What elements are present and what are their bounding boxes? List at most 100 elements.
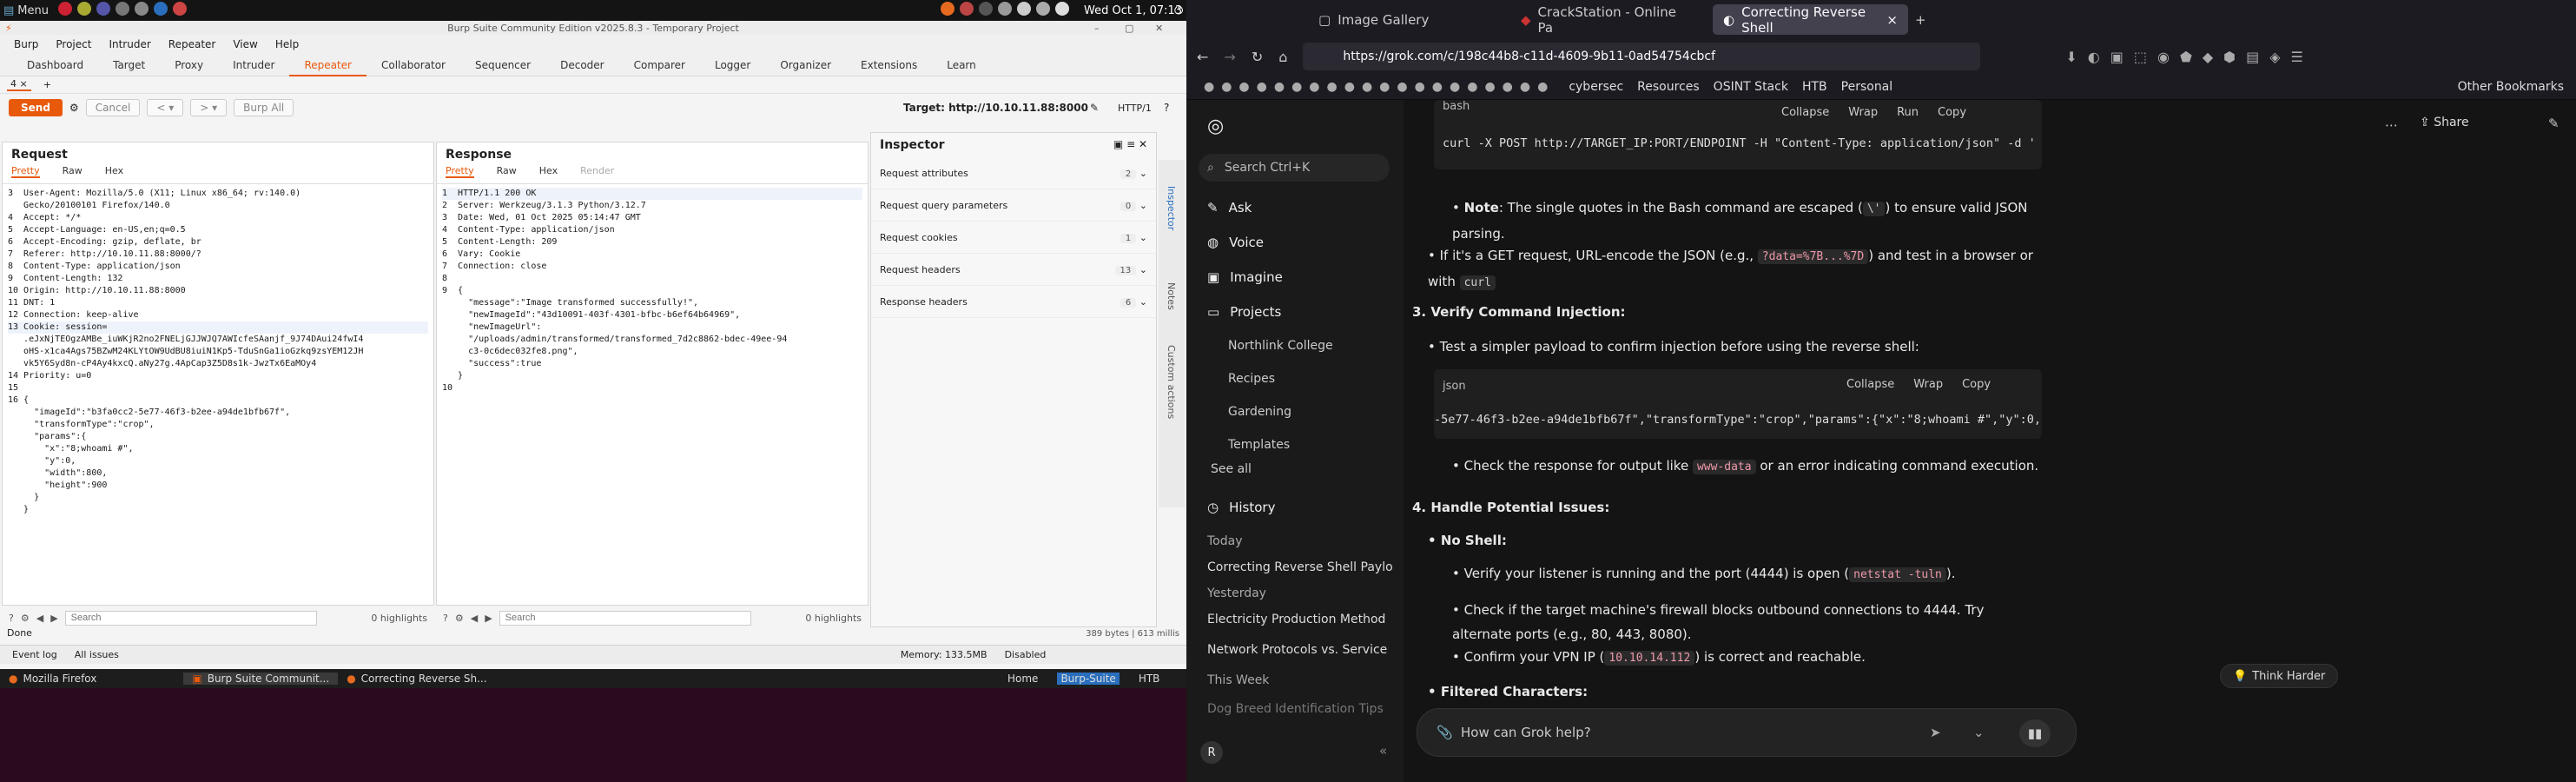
help-icon[interactable]: ?: [9, 613, 14, 624]
response-tab-raw[interactable]: Raw: [497, 165, 517, 178]
run-button[interactable]: Run: [1897, 106, 1919, 119]
wrap-button[interactable]: Wrap: [1848, 106, 1878, 119]
grok-logo-icon[interactable]: ◎: [1207, 116, 1224, 137]
inspector-row[interactable]: Request attributes 2 ⌄: [871, 157, 1156, 189]
see-all-link[interactable]: See all: [1211, 462, 1252, 476]
bookmark-cybersec[interactable]: cybersec: [1569, 80, 1623, 94]
wrap-button[interactable]: Wrap: [1913, 378, 1943, 391]
target-label[interactable]: Target: http://10.10.11.88:8000: [903, 102, 1088, 114]
edit-target-icon[interactable]: ✎: [1090, 102, 1099, 114]
inspector-row[interactable]: Response headers 6 ⌄: [871, 286, 1156, 318]
response-tab-render[interactable]: Render: [580, 165, 614, 178]
tab-repeater[interactable]: Repeater: [289, 54, 367, 76]
copy-button[interactable]: Copy: [1938, 106, 1966, 119]
project-northlink[interactable]: Northlink College: [1228, 339, 1333, 353]
chat-input-box[interactable]: 📎 How can Grok help? ➤ ⌄ ▮▮: [1417, 708, 2077, 757]
tab-dashboard[interactable]: Dashboard: [12, 54, 98, 76]
inspector-row[interactable]: Request cookies 1 ⌄: [871, 222, 1156, 254]
disabled-toggle[interactable]: Disabled: [1005, 649, 1047, 660]
tab-extensions[interactable]: Extensions: [846, 54, 932, 76]
tab-collaborator[interactable]: Collaborator: [367, 54, 460, 76]
collapse-button[interactable]: Collapse: [1846, 378, 1894, 391]
request-editor[interactable]: 3 User-Agent: Mozilla/5.0 (X11; Linux x8…: [3, 183, 433, 566]
request-search-input[interactable]: [64, 610, 317, 626]
burp-all-button[interactable]: Burp All: [234, 99, 294, 116]
tab-comparer[interactable]: Comparer: [619, 54, 700, 76]
project-gardening[interactable]: Gardening: [1228, 405, 1291, 419]
url-bar[interactable]: https://grok.com/c/198c44b8-c11d-4609-9b…: [1303, 43, 1981, 70]
nav-voice[interactable]: ◍ Voice: [1207, 235, 1264, 250]
prev-icon[interactable]: ◀: [471, 613, 478, 624]
code-content[interactable]: -5e77-46f3-b2ee-a94de1bfb67f","transform…: [1434, 413, 2042, 427]
settings-icon[interactable]: ⚙: [455, 613, 464, 624]
tab-logger[interactable]: Logger: [700, 54, 765, 76]
nav-ask[interactable]: ✎ Ask: [1207, 200, 1252, 215]
add-tab-icon[interactable]: +: [43, 79, 51, 90]
menu-help[interactable]: Help: [275, 38, 299, 50]
settings-icon[interactable]: ⚙: [21, 613, 30, 624]
bookmark-osint[interactable]: OSINT Stack: [1714, 80, 1788, 94]
send-button[interactable]: Send: [9, 99, 63, 116]
next-icon[interactable]: ▶: [485, 613, 492, 624]
history-item[interactable]: Network Protocols vs. Service: [1207, 643, 1387, 657]
repeater-tab-4[interactable]: 4 ×: [7, 78, 31, 91]
taskbar-firefox[interactable]: ● Mozilla Firefox: [0, 673, 105, 685]
bookmark-favicons[interactable]: ●●●●●●●●●●●●●●●●●●●●: [1204, 80, 1555, 94]
nav-imagine[interactable]: ▣ Imagine: [1207, 269, 1283, 285]
system-menu-button[interactable]: Menu: [17, 4, 49, 17]
workspace-burp[interactable]: Burp-Suite: [1057, 673, 1120, 685]
tab-sequencer[interactable]: Sequencer: [460, 54, 545, 76]
tab-organizer[interactable]: Organizer: [765, 54, 846, 76]
other-bookmarks[interactable]: Other Bookmarks: [2458, 80, 2564, 94]
inspector-controls[interactable]: ▣ ≡ ✕: [1113, 138, 1147, 152]
home-icon[interactable]: ⌂: [1278, 49, 1287, 65]
minimize-icon[interactable]: –: [1094, 23, 1100, 34]
side-tab-notes[interactable]: Notes: [1159, 256, 1184, 336]
cancel-button[interactable]: Cancel: [85, 99, 141, 116]
share-button[interactable]: ⇪ Share: [2420, 116, 2469, 129]
close-tab-icon[interactable]: ×: [1886, 12, 1898, 28]
close-icon[interactable]: ✕: [1155, 23, 1163, 34]
response-tab-pretty[interactable]: Pretty: [446, 165, 474, 178]
new-chat-icon[interactable]: ✎: [2548, 116, 2559, 131]
model-dropdown-icon[interactable]: ⌄: [1973, 725, 1985, 740]
send-icon[interactable]: ➤: [1930, 725, 1941, 740]
collapse-button[interactable]: Collapse: [1781, 106, 1829, 119]
nav-projects[interactable]: ▭ Projects: [1207, 304, 1281, 320]
history-item[interactable]: Correcting Reverse Shell Paylo: [1207, 560, 1393, 574]
browser-tab-crackstation[interactable]: ◆ CrackStation - Online Pa: [1510, 4, 1706, 36]
project-recipes[interactable]: Recipes: [1228, 372, 1275, 386]
maximize-icon[interactable]: ▢: [1125, 23, 1133, 34]
workspace-htb[interactable]: HTB: [1139, 673, 1160, 685]
side-tab-inspector[interactable]: Inspector: [1159, 160, 1184, 256]
chat-input-placeholder[interactable]: How can Grok help?: [1461, 725, 1591, 740]
history-item[interactable]: Dog Breed Identification Tips: [1207, 702, 1384, 716]
request-tab-raw[interactable]: Raw: [63, 165, 83, 178]
browser-tab-image-gallery[interactable]: ▢ Image Gallery: [1308, 4, 1503, 35]
tab-proxy[interactable]: Proxy: [160, 54, 218, 76]
project-templates[interactable]: Templates: [1228, 438, 1290, 452]
browser-tab-grok[interactable]: ◐ Correcting Reverse Shell ×: [1713, 4, 1908, 36]
collapse-sidebar-icon[interactable]: «: [1379, 743, 1387, 759]
toolbar-extension-icons[interactable]: ⬇◐▣⬚◉⬟◆⬢▤◈☰: [2065, 49, 2314, 65]
forward-icon[interactable]: →: [1224, 49, 1235, 65]
taskbar-burp[interactable]: ▣ Burp Suite Communit...: [183, 673, 339, 685]
menu-view[interactable]: View: [233, 38, 257, 50]
reload-icon[interactable]: ↻: [1252, 49, 1263, 65]
http-version[interactable]: HTTP/1: [1118, 103, 1152, 114]
voice-mode-icon[interactable]: ▮▮: [2019, 719, 2051, 747]
help-icon[interactable]: ?: [1164, 102, 1169, 114]
grok-search[interactable]: ⌕ Search Ctrl+K: [1199, 154, 1390, 182]
bookmark-resources[interactable]: Resources: [1637, 80, 1700, 94]
clock[interactable]: Wed Oct 1, 07:13: [1084, 4, 1182, 17]
all-issues-link[interactable]: All issues: [75, 649, 119, 660]
side-tab-custom-actions[interactable]: Custom actions: [1159, 336, 1184, 427]
event-log-link[interactable]: Event log: [12, 649, 57, 660]
bookmark-htb[interactable]: HTB: [1802, 80, 1827, 94]
menu-icon[interactable]: ▤: [3, 4, 14, 17]
help-icon[interactable]: ?: [443, 613, 448, 624]
prev-icon[interactable]: ◀: [36, 613, 43, 624]
bookmark-personal[interactable]: Personal: [1841, 80, 1893, 94]
new-tab-icon[interactable]: +: [1915, 12, 1926, 28]
more-options-icon[interactable]: ⋯: [2385, 117, 2398, 133]
